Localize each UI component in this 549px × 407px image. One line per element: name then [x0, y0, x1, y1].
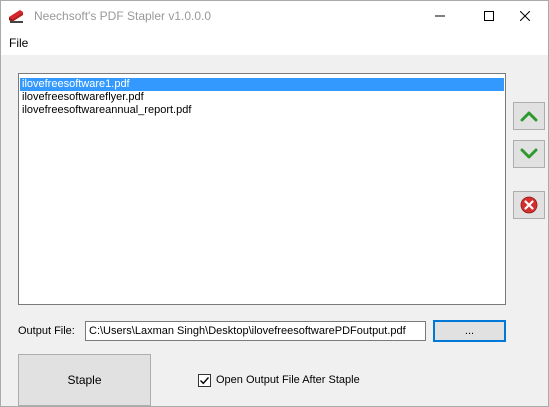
minimize-button[interactable] — [417, 1, 463, 31]
menu-bar: File — [1, 31, 548, 55]
arrow-down-icon — [520, 148, 538, 159]
menu-file[interactable]: File — [9, 36, 28, 50]
open-after-staple-checkbox[interactable] — [198, 374, 211, 387]
stapler-app-icon — [7, 7, 25, 25]
remove-icon — [520, 196, 538, 214]
close-button[interactable] — [502, 1, 548, 31]
output-file-label: Output File: — [18, 325, 75, 337]
window-title: Neechsoft's PDF Stapler v1.0.0.0 — [34, 9, 212, 23]
close-icon — [520, 11, 530, 21]
app-window: Neechsoft's PDF Stapler v1.0.0.0 File il… — [0, 0, 549, 407]
minimize-icon — [435, 15, 445, 17]
browse-button[interactable]: ... — [433, 320, 506, 342]
move-up-button[interactable] — [513, 102, 545, 130]
staple-button[interactable]: Staple — [18, 354, 151, 406]
list-item[interactable]: ilovefreesoftwareannual_report.pdf — [20, 104, 504, 117]
open-after-staple-label[interactable]: Open Output File After Staple — [216, 374, 360, 386]
arrow-up-icon — [520, 111, 538, 122]
checkmark-icon — [200, 377, 210, 385]
list-item[interactable]: ilovefreesoftware1.pdf — [20, 78, 504, 91]
output-file-field[interactable]: C:\Users\Laxman Singh\Desktop\ilovefrees… — [85, 321, 426, 341]
title-bar: Neechsoft's PDF Stapler v1.0.0.0 — [1, 1, 548, 31]
pdf-file-list[interactable]: ilovefreesoftware1.pdf ilovefreesoftware… — [18, 73, 506, 305]
list-item[interactable]: ilovefreesoftwareflyer.pdf — [20, 91, 504, 104]
move-down-button[interactable] — [513, 140, 545, 168]
maximize-icon — [484, 11, 494, 21]
remove-file-button[interactable] — [513, 191, 545, 219]
